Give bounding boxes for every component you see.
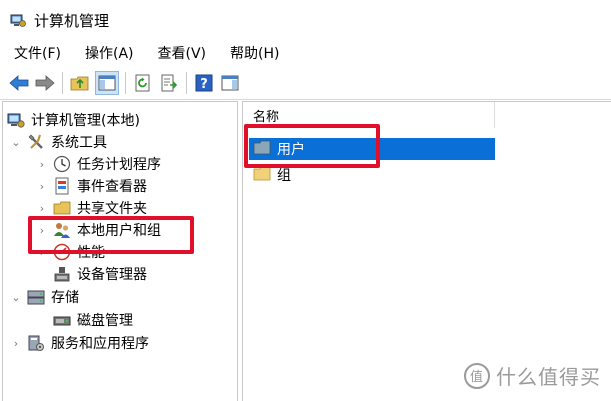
folder-icon: [253, 166, 271, 184]
tools-icon: [27, 133, 45, 151]
forward-icon: [35, 74, 55, 91]
svg-text:?: ?: [200, 77, 208, 92]
show-hide-action-pane-button[interactable]: [219, 72, 241, 94]
menu-view[interactable]: 查看(V): [158, 41, 207, 65]
column-header-label: 名称: [253, 109, 280, 125]
console-tree[interactable]: 计算机管理(本地) ⌄ 系统工具 › 任务计划程序 › 事件查看器 › 共享文件…: [2, 101, 238, 401]
event-viewer-icon: [53, 177, 71, 195]
tree-item-storage[interactable]: ⌄ 存储: [11, 286, 79, 308]
performance-icon: [53, 243, 71, 261]
users-folder-icon: [253, 140, 271, 158]
menu-action[interactable]: 操作(A): [85, 41, 134, 65]
back-button[interactable]: [8, 72, 30, 94]
clock-icon: [53, 155, 71, 173]
tree-label: 共享文件夹: [77, 201, 147, 217]
disk-management-icon: [53, 311, 71, 329]
help-button[interactable]: ?: [193, 72, 215, 94]
chevron-right-icon[interactable]: ›: [37, 158, 47, 171]
help-icon: ?: [195, 74, 213, 92]
menu-bar: 文件(F) 操作(A) 查看(V) 帮助(H): [0, 40, 611, 66]
storage-icon: [27, 288, 45, 306]
watermark: 值 什么值得买: [464, 361, 601, 390]
list-item-users[interactable]: 用户: [249, 138, 495, 160]
chevron-down-icon[interactable]: ⌄: [11, 291, 21, 304]
toolbar: ?: [0, 66, 611, 100]
refresh-icon: [135, 74, 150, 91]
tree-label: 服务和应用程序: [51, 336, 149, 352]
export-list-button[interactable]: [158, 72, 180, 94]
users-group-icon: [53, 221, 71, 239]
tree-item-system-tools[interactable]: ⌄ 系统工具: [11, 131, 107, 153]
computer-management-icon: [7, 111, 25, 129]
tree-label: 事件查看器: [77, 179, 147, 195]
toolbar-separator: [186, 71, 187, 94]
tree-item-services-and-applications[interactable]: › 服务和应用程序: [11, 332, 149, 354]
tree-label: 存储: [51, 290, 79, 306]
back-icon: [9, 74, 29, 91]
device-manager-icon: [53, 265, 71, 283]
chevron-right-icon[interactable]: ›: [11, 337, 21, 350]
tree-label: 磁盘管理: [77, 313, 133, 329]
toolbar-separator: [62, 71, 63, 94]
chevron-right-icon[interactable]: ›: [37, 202, 47, 215]
column-header-name[interactable]: 名称: [243, 102, 495, 128]
tree-label: 本地用户和组: [77, 223, 161, 239]
tree-label: 设备管理器: [77, 267, 147, 283]
chevron-right-icon[interactable]: ›: [37, 246, 47, 259]
tree-label: 任务计划程序: [77, 157, 161, 173]
tree-item-disk-management[interactable]: 磁盘管理: [37, 309, 133, 331]
tree-item-local-users-and-groups[interactable]: › 本地用户和组: [37, 219, 161, 241]
refresh-button[interactable]: [132, 72, 154, 94]
results-pane[interactable]: 名称 用户 组: [242, 101, 611, 401]
show-hide-console-tree-button[interactable]: [95, 70, 119, 95]
tree-item-performance[interactable]: › 性能: [37, 241, 105, 263]
list-item-groups[interactable]: 组: [249, 164, 495, 186]
chevron-right-icon[interactable]: ›: [37, 180, 47, 193]
tree-label: 系统工具: [51, 135, 107, 151]
list-item-label: 组: [277, 168, 291, 184]
tree-item-event-viewer[interactable]: › 事件查看器: [37, 175, 147, 197]
menu-file[interactable]: 文件(F): [14, 41, 61, 65]
toolbar-separator: [125, 71, 126, 94]
tree-label: 性能: [77, 245, 105, 261]
forward-button[interactable]: [34, 72, 56, 94]
tree-label: 计算机管理(本地): [31, 113, 140, 129]
tree-item-shared-folders[interactable]: › 共享文件夹: [37, 197, 147, 219]
watermark-logo: 值: [464, 362, 490, 389]
shared-folder-icon: [53, 199, 71, 217]
up-folder-icon: [70, 76, 89, 90]
export-list-icon: [161, 74, 178, 91]
computer-management-icon: [10, 12, 26, 28]
up-one-level-button[interactable]: [69, 72, 91, 94]
watermark-text: 什么值得买: [496, 365, 601, 389]
show-hide-action-pane-icon: [221, 75, 239, 90]
services-icon: [27, 334, 45, 352]
tree-item-computer-management[interactable]: 计算机管理(本地): [7, 109, 140, 131]
tree-item-device-manager[interactable]: 设备管理器: [37, 263, 147, 285]
show-hide-tree-icon: [98, 75, 116, 90]
window-title: 计算机管理: [34, 11, 110, 30]
title-bar: 计算机管理: [0, 0, 611, 40]
list-item-label: 用户: [277, 142, 305, 158]
chevron-down-icon[interactable]: ⌄: [11, 136, 21, 149]
chevron-right-icon[interactable]: ›: [37, 224, 47, 237]
tree-item-task-scheduler[interactable]: › 任务计划程序: [37, 153, 161, 175]
menu-help[interactable]: 帮助(H): [230, 41, 279, 65]
